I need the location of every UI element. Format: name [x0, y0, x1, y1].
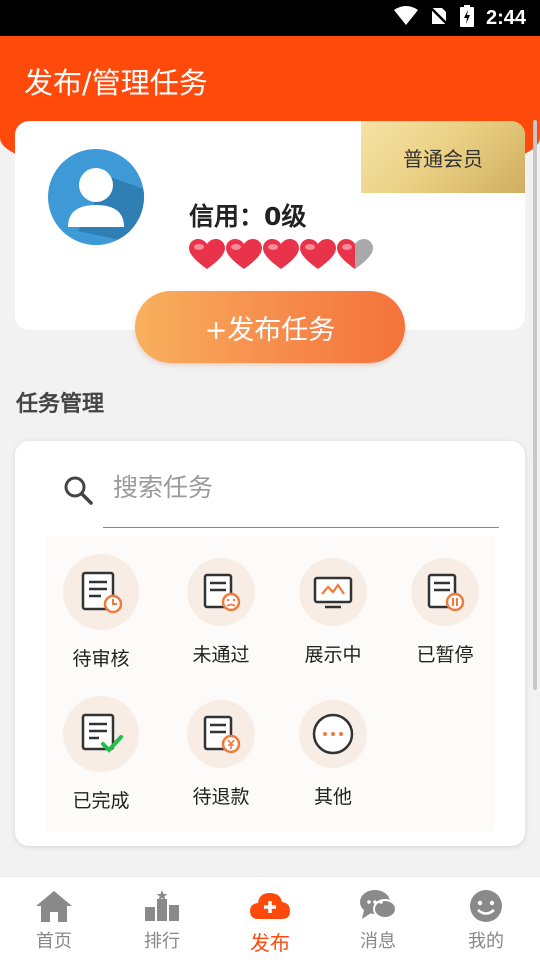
half-heart-icon	[337, 239, 373, 269]
ranking-icon	[145, 890, 179, 921]
task-status-label: 其他	[313, 786, 352, 808]
heart-icon	[300, 239, 336, 269]
task-status-pending-review[interactable]: 待审核	[45, 554, 157, 671]
task-status-paused[interactable]: 已暂停	[389, 558, 501, 667]
no-sim-icon	[429, 6, 449, 30]
heart-icon	[226, 239, 262, 269]
search-underline	[103, 527, 499, 528]
task-status-displaying[interactable]: 展示中	[277, 558, 389, 667]
task-status-label: 展示中	[304, 644, 362, 666]
home-icon	[36, 891, 72, 922]
nav-item-profile[interactable]: 我的	[432, 877, 540, 960]
nav-label: 我的	[468, 931, 504, 952]
displaying-icon	[299, 558, 367, 626]
more-icon	[299, 700, 367, 768]
nav-item-messages[interactable]: 消息	[324, 877, 432, 960]
paused-icon	[411, 558, 479, 626]
nav-label: 消息	[360, 931, 396, 952]
task-status-grid: 待审核 未通过 展示中 已暂停 已完成 待退款 其他	[45, 536, 495, 831]
nav-item-ranking[interactable]: 排行	[108, 877, 216, 960]
nav-item-publish[interactable]: 发布	[216, 877, 324, 960]
avatar[interactable]	[48, 149, 144, 245]
nav-item-home[interactable]: 首页	[0, 877, 108, 960]
member-level-badge: 普通会员	[361, 121, 525, 193]
scrollbar[interactable]	[533, 120, 537, 690]
search-input[interactable]	[113, 467, 499, 507]
pending-refund-icon	[187, 700, 255, 768]
heart-icon	[189, 239, 225, 269]
task-status-label: 待退款	[192, 786, 250, 808]
message-icon	[360, 890, 397, 919]
task-status-label: 待审核	[72, 648, 130, 670]
profile-icon	[470, 890, 502, 922]
credit-level: 信用：0级	[189, 202, 307, 231]
publish-task-button[interactable]: +发布任务	[135, 291, 405, 363]
pending-review-icon	[63, 554, 139, 630]
search-icon	[64, 476, 93, 505]
task-status-completed[interactable]: 已完成	[45, 696, 157, 813]
credit-hearts	[189, 239, 373, 271]
completed-icon	[63, 696, 139, 772]
bottom-nav: 首页 排行 发布 消息 我的	[0, 876, 540, 960]
task-status-label: 已完成	[72, 790, 130, 812]
status-bar: 2:44	[0, 0, 540, 36]
rejected-icon	[187, 558, 255, 626]
task-management-card: 待审核 未通过 展示中 已暂停 已完成	[15, 441, 525, 846]
user-avatar-icon	[68, 168, 144, 245]
status-time: 2:44	[485, 6, 526, 29]
task-status-other[interactable]: 其他	[277, 700, 389, 809]
nav-label: 首页	[36, 931, 72, 952]
task-management-title: 任务管理	[16, 392, 105, 417]
heart-icon	[263, 239, 299, 269]
task-status-pending-refund[interactable]: 待退款	[165, 700, 277, 809]
nav-label: 发布	[250, 931, 290, 955]
publish-icon	[250, 893, 290, 919]
task-status-label: 已暂停	[416, 644, 474, 666]
nav-label: 排行	[144, 931, 180, 952]
battery-charging-icon	[459, 5, 474, 31]
task-status-label: 未通过	[192, 644, 250, 666]
wifi-icon	[393, 6, 418, 30]
task-status-rejected[interactable]: 未通过	[165, 558, 277, 667]
page-title: 发布/管理任务	[24, 66, 208, 100]
